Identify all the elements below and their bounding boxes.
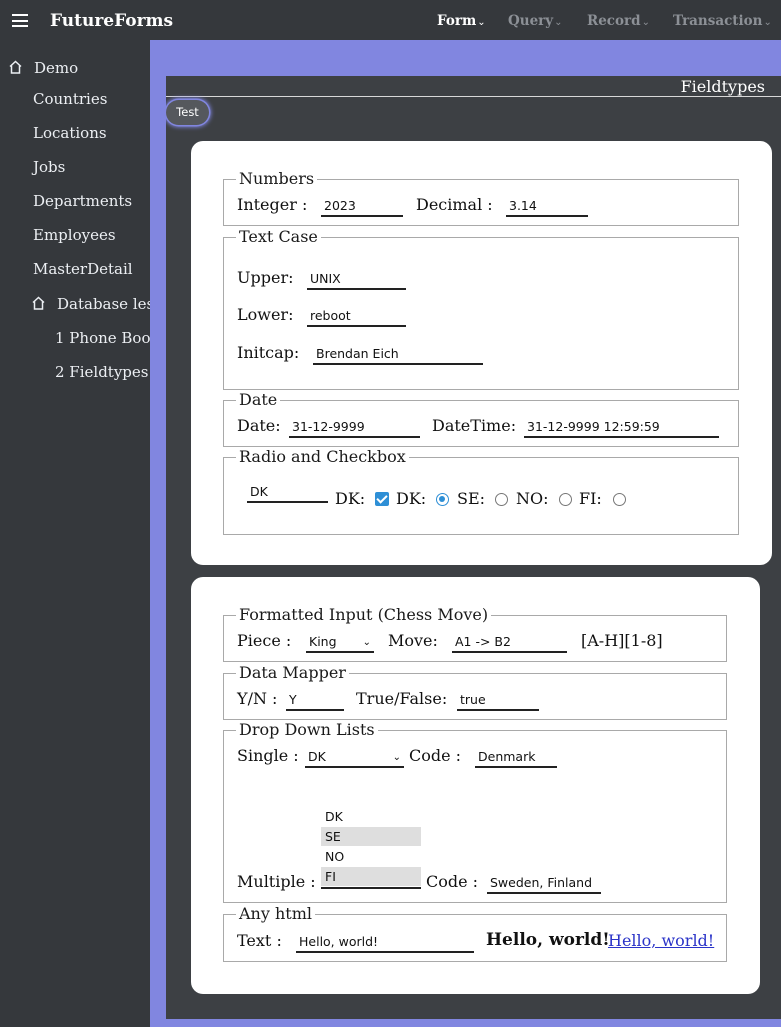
test-button[interactable]: Test — [166, 100, 209, 125]
truefalse-input[interactable]: true — [457, 691, 539, 711]
move-label: Move: — [388, 631, 438, 650]
code-input[interactable]: Denmark — [475, 748, 557, 768]
radio-dk-label: DK: — [396, 489, 427, 508]
numbers-legend: Numbers — [236, 169, 318, 189]
lower-input[interactable]: reboot — [307, 307, 406, 327]
text-input[interactable]: Hello, world! — [296, 933, 474, 953]
home-icon — [32, 296, 45, 310]
radio-no[interactable] — [559, 493, 572, 506]
lower-label: Lower: — [237, 305, 294, 324]
app-brand: FutureForms — [50, 11, 174, 31]
menu-form[interactable]: Form⌄ — [437, 13, 486, 29]
form-card-1: Numbers Integer : 2023 Decimal : 3.14 Te… — [191, 141, 772, 565]
initcap-label: Initcap: — [237, 343, 300, 362]
yn-input[interactable]: Y — [286, 691, 344, 711]
chevron-down-icon: ⌄ — [362, 637, 371, 648]
sidebar-item-departments[interactable]: Departments — [33, 192, 132, 210]
html-link[interactable]: Hello, world! — [608, 931, 714, 950]
numbers-fieldset: Numbers Integer : 2023 Decimal : 3.14 — [223, 169, 739, 226]
checkbox-label: DK: — [335, 489, 366, 508]
home-icon — [9, 60, 22, 74]
list-item[interactable]: DK — [321, 807, 421, 826]
radio-dk[interactable] — [436, 493, 449, 506]
textcase-legend: Text Case — [236, 227, 321, 247]
menu-transaction[interactable]: Transaction⌄ — [673, 13, 772, 29]
top-bar: FutureForms Form⌄ Query⌄ Record⌄ Transac… — [0, 0, 781, 40]
hamburger-menu-icon[interactable] — [12, 14, 28, 27]
textcase-fieldset: Text Case Upper: UNIX Lower: reboot Init… — [223, 227, 739, 390]
upper-input[interactable]: UNIX — [307, 270, 406, 290]
anyhtml-fieldset: Any html Text : Hello, world! Hello, wor… — [223, 904, 727, 962]
code-label: Code : — [409, 746, 462, 765]
form-title-bar: Fieldtypes — [166, 76, 781, 97]
text-label: Text : — [237, 931, 282, 950]
initcap-input[interactable]: Brendan Eich — [313, 345, 483, 365]
chevron-down-icon: ⌄ — [641, 17, 650, 28]
multiple-label: Multiple : — [237, 872, 316, 891]
radio-no-label: NO: — [516, 489, 549, 508]
list-item[interactable]: SE — [321, 827, 421, 846]
sidebar-item-locations[interactable]: Locations — [33, 124, 107, 142]
anyhtml-legend: Any html — [236, 904, 316, 924]
radio-se-label: SE: — [457, 489, 486, 508]
date-input[interactable]: 31-12-9999 — [289, 418, 420, 438]
date-legend: Date — [236, 390, 281, 410]
mapper-fieldset: Data Mapper Y/N : Y True/False: true — [223, 663, 727, 720]
piece-label: Piece : — [237, 631, 292, 650]
radio-fi[interactable] — [613, 493, 626, 506]
upper-label: Upper: — [237, 268, 294, 287]
code2-input[interactable]: Sweden, Finland — [487, 874, 601, 894]
sidebar-item-masterdetail[interactable]: MasterDetail — [33, 260, 133, 278]
list-item[interactable]: NO — [321, 847, 421, 866]
sidebar-item-phone-book[interactable]: 1 Phone Book — [55, 329, 150, 347]
menu-record[interactable]: Record⌄ — [587, 13, 650, 29]
chevron-down-icon: ⌄ — [477, 17, 486, 28]
sidebar-item-demo[interactable]: Demo — [8, 59, 78, 77]
chess-fieldset: Formatted Input (Chess Move) Piece : Kin… — [223, 605, 727, 662]
mapper-legend: Data Mapper — [236, 663, 349, 683]
list-item[interactable]: FI — [321, 867, 421, 886]
form-card-2: Formatted Input (Chess Move) Piece : Kin… — [191, 577, 760, 994]
single-label: Single : — [237, 746, 299, 765]
single-select[interactable]: DK ⌄ — [305, 748, 404, 768]
move-pattern: [A-H][1-8] — [581, 631, 663, 650]
page-title: Fieldtypes — [680, 77, 765, 96]
chevron-down-icon: ⌄ — [392, 752, 401, 763]
chess-legend: Formatted Input (Chess Move) — [236, 605, 492, 625]
code2-label: Code : — [426, 872, 479, 891]
radio-fieldset: Radio and Checkbox DK DK: DK: SE: NO: FI… — [223, 447, 739, 535]
sidebar-item-jobs[interactable]: Jobs — [33, 158, 65, 176]
chevron-down-icon: ⌄ — [554, 17, 563, 28]
sidebar: Demo Countries Locations Jobs Department… — [0, 40, 150, 1027]
radio-legend: Radio and Checkbox — [236, 447, 409, 467]
date-fieldset: Date Date: 31-12-9999 DateTime: 31-12-99… — [223, 390, 739, 447]
decimal-input[interactable]: 3.14 — [506, 197, 588, 217]
country-code-input[interactable]: DK — [247, 483, 328, 503]
piece-select[interactable]: King ⌄ — [306, 633, 374, 653]
sidebar-item-employees[interactable]: Employees — [33, 226, 116, 244]
date-label: Date: — [237, 416, 281, 435]
chevron-down-icon: ⌄ — [763, 17, 772, 28]
sidebar-item-countries[interactable]: Countries — [33, 90, 107, 108]
integer-label: Integer : — [237, 195, 308, 214]
move-input[interactable]: A1 -> B2 — [452, 633, 567, 653]
datetime-input[interactable]: 31-12-9999 12:59:59 — [524, 418, 719, 438]
decimal-label: Decimal : — [416, 195, 493, 214]
sidebar-item-database-lesson[interactable]: Database lesson — [31, 295, 150, 313]
radio-se[interactable] — [495, 493, 508, 506]
datetime-label: DateTime: — [432, 416, 517, 435]
dropdown-legend: Drop Down Lists — [236, 720, 378, 740]
yn-label: Y/N : — [237, 689, 278, 708]
dropdown-fieldset: Drop Down Lists Single : DK ⌄ Code : Denm… — [223, 720, 727, 903]
sidebar-item-fieldtypes[interactable]: 2 Fieldtypes — [55, 363, 148, 381]
dk-checkbox[interactable] — [375, 492, 389, 506]
bold-html-text: Hello, world! — [486, 930, 610, 950]
truefalse-label: True/False: — [356, 689, 448, 708]
multiple-listbox[interactable]: DK SE NO FI — [321, 807, 421, 889]
radio-fi-label: FI: — [579, 489, 602, 508]
integer-input[interactable]: 2023 — [321, 197, 403, 217]
menu-query[interactable]: Query⌄ — [508, 13, 563, 29]
